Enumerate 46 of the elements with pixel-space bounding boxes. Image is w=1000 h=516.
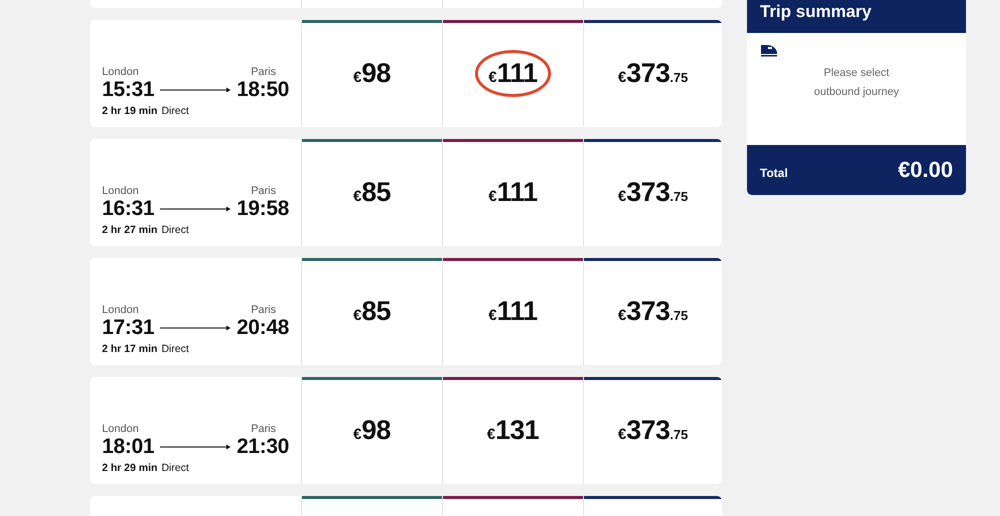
fare-price[interactable]: €111 bbox=[474, 50, 552, 97]
arrow-icon bbox=[160, 205, 231, 213]
journey-duration: 2 hr 17 min bbox=[102, 343, 158, 355]
arrow-icon bbox=[160, 324, 231, 332]
departure-time: 18:01 bbox=[102, 435, 154, 459]
destination-station: Paris bbox=[250, 423, 276, 435]
arrow-icon bbox=[160, 443, 231, 451]
summary-message: outbound journey bbox=[812, 85, 900, 100]
fare-price[interactable]: €111 bbox=[474, 169, 552, 216]
arrival-time: 19:58 bbox=[236, 197, 289, 221]
journey-duration: 2 hr 29 min bbox=[102, 462, 158, 474]
total-label: Total bbox=[760, 166, 788, 180]
journey-type: Direct bbox=[161, 105, 189, 117]
departure-time: 17:31 bbox=[102, 316, 154, 340]
journey-type: Direct bbox=[161, 462, 189, 474]
journey-duration: 2 hr 27 min bbox=[102, 224, 158, 236]
fare-price[interactable]: €111 bbox=[474, 288, 552, 335]
destination-station: Paris bbox=[250, 304, 276, 316]
origin-station: London bbox=[102, 304, 139, 316]
fare-price[interactable]: €373.75 bbox=[604, 288, 702, 335]
total-amount: €0.00 bbox=[898, 157, 953, 183]
fare-price[interactable]: €131 bbox=[473, 407, 553, 454]
arrival-time: 20:48 bbox=[236, 316, 289, 340]
origin-station: London bbox=[102, 185, 139, 197]
fare-price[interactable]: €98 bbox=[339, 407, 405, 454]
summary-title: Trip summary bbox=[747, 0, 966, 33]
arrow-icon bbox=[160, 86, 231, 94]
origin-station: London bbox=[102, 66, 139, 78]
train-icon bbox=[760, 43, 778, 57]
fare-price[interactable]: €373.75 bbox=[604, 50, 702, 97]
fare-price[interactable]: €373.75 bbox=[604, 407, 702, 454]
destination-station: Paris bbox=[250, 66, 276, 78]
journey-type: Direct bbox=[161, 343, 189, 355]
journey-duration: 2 hr 19 min bbox=[102, 105, 158, 117]
fare-price[interactable]: €98 bbox=[339, 50, 405, 97]
origin-station: London bbox=[102, 423, 139, 435]
destination-station: Paris bbox=[250, 185, 276, 197]
departure-time: 16:31 bbox=[102, 197, 154, 221]
arrival-time: 18:50 bbox=[236, 78, 289, 102]
summary-message: Please select bbox=[822, 66, 890, 81]
arrival-time: 21:30 bbox=[236, 435, 289, 459]
departure-time: 15:31 bbox=[102, 78, 154, 102]
fare-price[interactable]: €85 bbox=[339, 169, 405, 216]
journey-type: Direct bbox=[161, 224, 189, 236]
fare-price[interactable]: €85 bbox=[339, 288, 405, 335]
fare-price[interactable]: €373.75 bbox=[604, 169, 702, 216]
